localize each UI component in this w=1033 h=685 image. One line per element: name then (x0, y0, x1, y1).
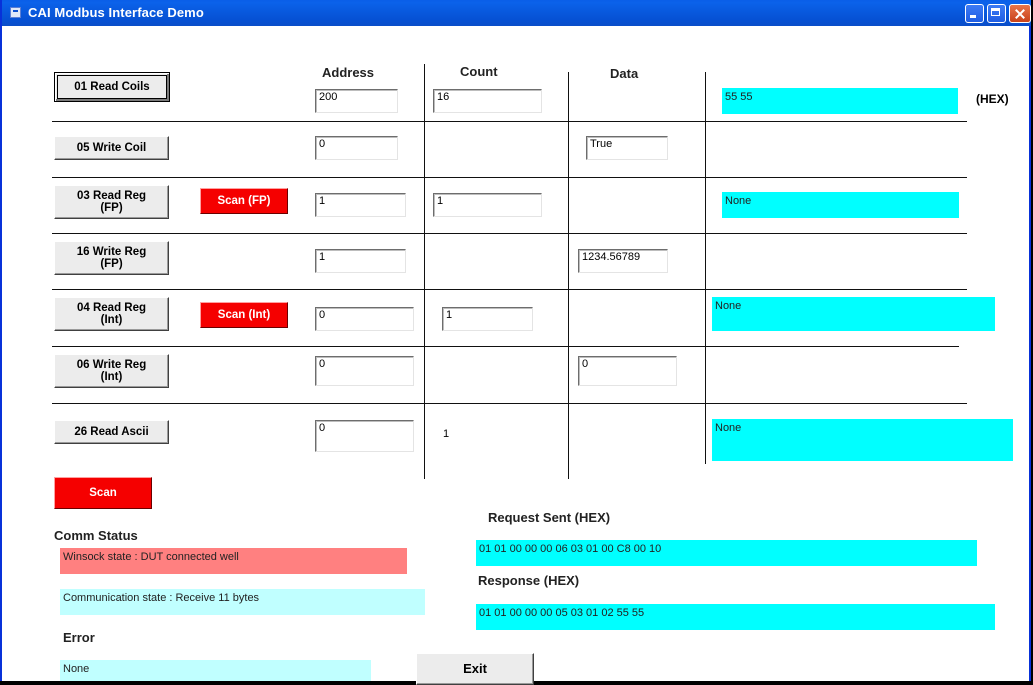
read-coils-count-input[interactable]: 16 (433, 89, 542, 113)
header-data: Data (610, 66, 639, 81)
main-window: CAI Modbus Interface Demo Address Count … (0, 0, 1031, 685)
maximize-button[interactable] (987, 4, 1006, 23)
row-divider (52, 289, 967, 290)
read-reg-int-address-input[interactable]: 0 (315, 307, 414, 331)
title-bar[interactable]: CAI Modbus Interface Demo (2, 0, 1031, 26)
header-address: Address (322, 65, 375, 80)
communication-state: Communication state : Receive 11 bytes (60, 589, 425, 615)
read-reg-fp-button[interactable]: 03 Read Reg (FP) (54, 185, 169, 219)
row-divider (52, 177, 967, 178)
request-heading: Request Sent (HEX) (488, 510, 611, 525)
scan-button[interactable]: Scan (54, 477, 152, 509)
read-reg-fp-result: None (722, 192, 959, 218)
read-reg-int-count-input[interactable]: 1 (442, 307, 533, 331)
write-reg-int-address-input[interactable]: 0 (315, 356, 414, 386)
read-coils-result: 55 55 (722, 88, 958, 114)
write-reg-fp-data-input[interactable]: 1234.56789 (578, 249, 668, 273)
read-ascii-button[interactable]: 26 Read Ascii (54, 420, 169, 444)
read-coils-address-input[interactable]: 200 (315, 89, 398, 113)
read-ascii-result: None (712, 419, 1013, 461)
hex-unit-label: (HEX) (976, 92, 1009, 106)
read-coils-button[interactable]: 01 Read Coils (54, 72, 170, 102)
grid-divider (424, 64, 425, 479)
read-ascii-count: 1 (443, 428, 450, 440)
read-ascii-address-input[interactable]: 0 (315, 420, 414, 452)
header-count: Count (460, 64, 498, 79)
close-button[interactable] (1009, 4, 1031, 23)
response-value: 01 01 00 00 00 05 03 01 02 55 55 (476, 604, 995, 630)
write-coil-data-input[interactable]: True (586, 136, 668, 160)
error-heading: Error (63, 630, 95, 645)
read-reg-fp-address-input[interactable]: 1 (315, 193, 406, 217)
row-divider (52, 346, 959, 347)
scan-fp-button[interactable]: Scan (FP) (200, 188, 288, 214)
response-heading: Response (HEX) (478, 573, 580, 588)
window-title: CAI Modbus Interface Demo (28, 5, 204, 20)
app-icon[interactable] (10, 7, 21, 18)
write-coil-button[interactable]: 05 Write Coil (54, 136, 169, 160)
row-divider (52, 403, 967, 404)
winsock-state: Winsock state : DUT connected well (60, 548, 407, 574)
row-divider (52, 121, 967, 122)
read-reg-int-result: None (712, 297, 995, 331)
minimize-button[interactable] (965, 4, 984, 23)
read-reg-int-button[interactable]: 04 Read Reg (Int) (54, 297, 169, 331)
write-reg-fp-button[interactable]: 16 Write Reg (FP) (54, 241, 169, 275)
grid-divider (568, 72, 569, 479)
request-value: 01 01 00 00 00 06 03 01 00 C8 00 10 (476, 540, 977, 566)
write-reg-int-data-input[interactable]: 0 (578, 356, 677, 386)
error-value: None (60, 660, 371, 681)
write-reg-fp-address-input[interactable]: 1 (315, 249, 406, 273)
row-divider (52, 233, 967, 234)
scan-int-button[interactable]: Scan (Int) (200, 302, 288, 328)
write-coil-address-input[interactable]: 0 (315, 136, 398, 160)
write-reg-int-button[interactable]: 06 Write Reg (Int) (54, 354, 169, 388)
comm-status-heading: Comm Status (54, 528, 138, 543)
exit-button[interactable]: Exit (416, 653, 534, 685)
read-reg-fp-count-input[interactable]: 1 (433, 193, 542, 217)
grid-divider (705, 72, 706, 464)
